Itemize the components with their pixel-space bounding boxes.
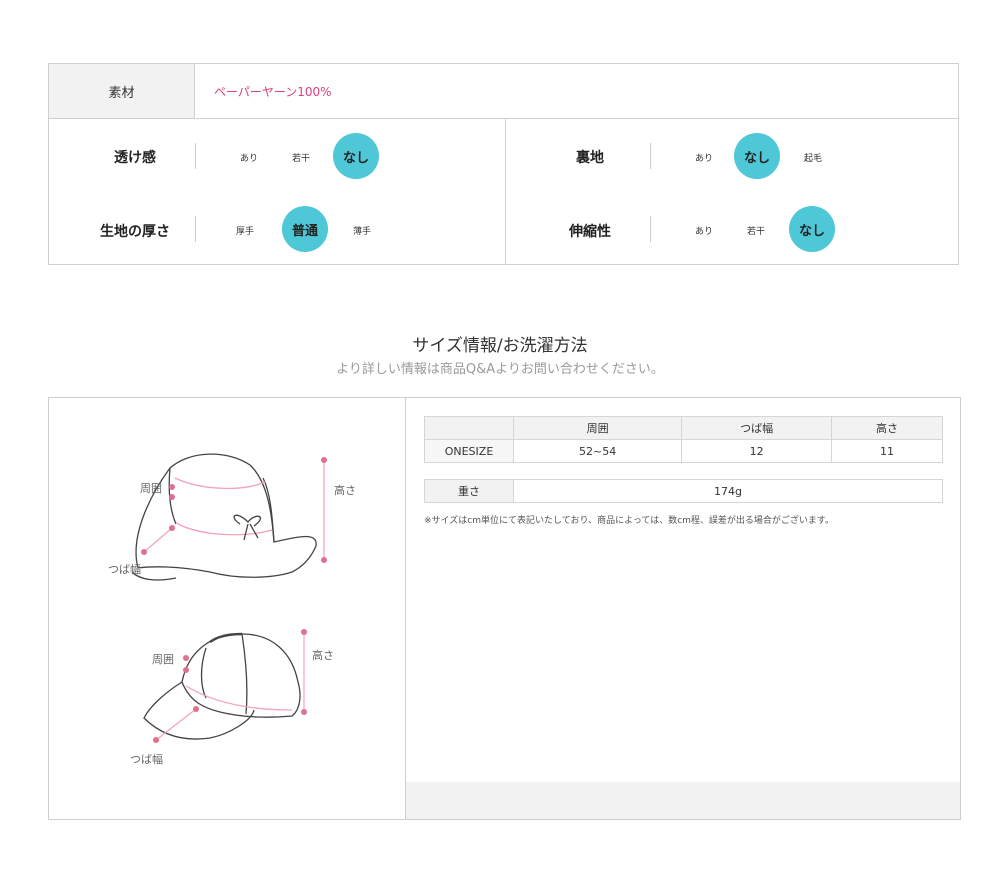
section-subtitle: より詳しい情報は商品Q&Aよりお問い合わせください。 [336,362,664,377]
diagram-label-circumference: 周囲 [152,653,174,666]
option-stretch-slight: 若干 [746,227,765,237]
panel-footer [406,782,960,819]
material-header: 素材 [49,64,195,119]
option-thin: 薄手 [352,227,371,237]
divider [195,143,196,169]
diagram-label-height: 高さ [312,649,334,662]
option-sheer-yes: あり [239,154,258,164]
table-cell: 11 [831,439,943,463]
table-header-cell: つば幅 [681,416,832,440]
cap-icon [143,632,301,740]
diagram-label-circumference: 周囲 [140,482,162,495]
divider [650,216,651,242]
option-stretch-none-selected: なし [789,206,835,252]
option-sheer-slight: 若干 [291,154,310,164]
attr-label-lining: 裏地 [576,150,604,166]
diagram-label-brim: つば幅 [130,753,163,766]
option-normal-selected: 普通 [282,206,328,252]
hat-measurement-diagram [131,453,327,743]
attr-label-sheerness: 透け感 [114,150,156,166]
wide-brim-hat-icon [131,453,317,581]
table-cell: 12 [681,439,832,463]
table-header-row: 周囲 つば幅 高さ [424,416,943,440]
diagram-label-brim: つば幅 [108,563,141,576]
divider [195,216,196,242]
attr-label-thickness: 生地の厚さ [100,224,170,240]
divider [505,119,506,265]
weight-table: 重さ 174g [424,479,943,503]
divider [405,398,406,819]
option-thick: 厚手 [235,227,254,237]
size-table: 周囲 つば幅 高さ ONESIZE 52~54 12 11 [424,416,943,463]
weight-label: 重さ [424,479,514,503]
size-note: ※サイズはcm単位にて表記いたしており、商品によっては、数cm程、誤差が出る場合… [424,516,835,526]
option-lining-none-selected: なし [734,133,780,179]
divider [650,143,651,169]
table-row: 重さ 174g [424,479,943,503]
option-lining-yes: あり [694,154,713,164]
table-header-cell: 周囲 [512,416,683,440]
table-cell: ONESIZE [424,439,514,463]
table-cell: 52~54 [512,439,683,463]
diagram-label-height: 高さ [334,484,356,497]
option-lining-brushed: 起毛 [803,154,822,164]
material-value: ペーパーヤーン100% [196,64,958,119]
hat1-measure-lines [141,457,327,563]
attr-label-stretch: 伸縮性 [569,224,611,240]
section-title: サイズ情報/お洗濯方法 [412,336,588,356]
weight-value: 174g [513,479,943,503]
option-sheer-none-selected: なし [333,133,379,179]
table-header-cell: 高さ [831,416,943,440]
option-stretch-yes: あり [694,227,713,237]
table-header-cell [424,416,514,440]
table-row: ONESIZE 52~54 12 11 [424,439,943,463]
